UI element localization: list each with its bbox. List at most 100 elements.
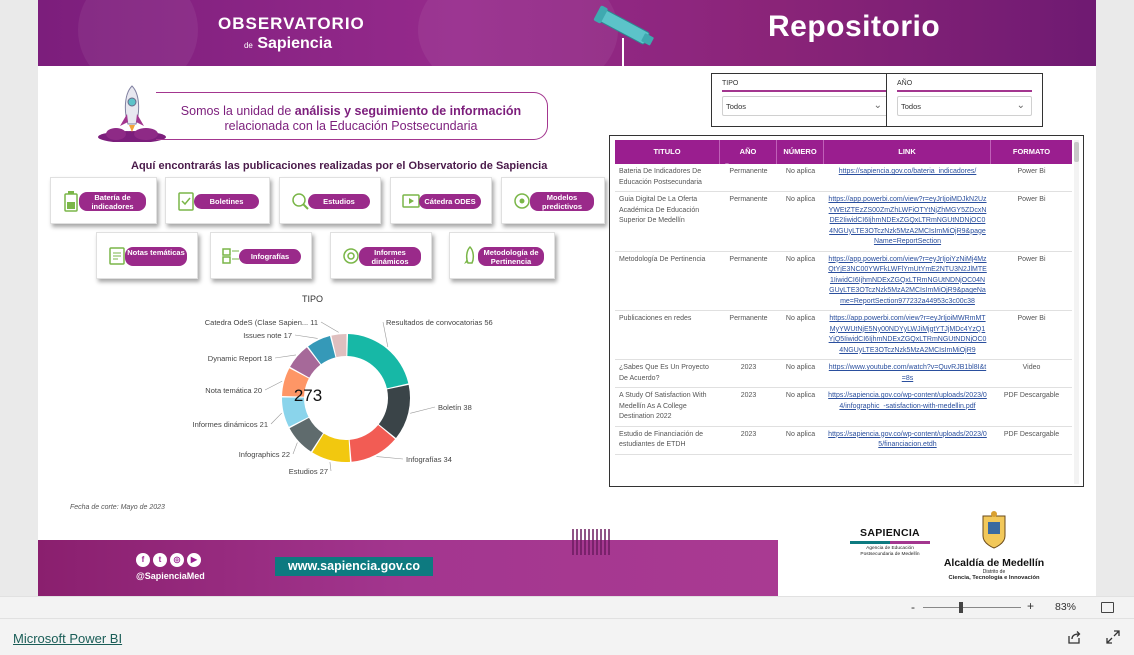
brain-gear-icon <box>514 193 530 209</box>
table-cell-link: https://app.powerbi.com/view?r=eyJrIjoiM… <box>824 311 991 359</box>
donut-leader-line <box>376 456 404 460</box>
table-scrollbar[interactable] <box>1074 140 1079 484</box>
table-cell-titulo: A Study Of Satisfaction With Medellín As… <box>619 392 707 420</box>
table-row[interactable]: Metodología De Pertinencia Permanente No a… <box>615 252 1072 311</box>
column-header-anio-label: AÑO <box>739 147 757 156</box>
scrollbar-thumb[interactable] <box>1074 142 1079 162</box>
donut-label: Estudios 27 <box>289 467 328 476</box>
zoom-out-button[interactable]: - <box>911 600 915 614</box>
cutoff-date: Fecha de corte: Mayo de 2023 <box>70 504 165 511</box>
table-link[interactable]: https://www.youtube.com/watch?v=QuvRJB1b… <box>829 364 986 382</box>
youtube-icon[interactable]: ▶ <box>187 553 201 567</box>
page-title: Repositorio <box>768 10 941 43</box>
table-link[interactable]: https://app.powerbi.com/view?r=eyJrIjoiM… <box>829 315 987 354</box>
category-button-metodologia-pertinencia[interactable]: Metodología de Pertinencia <box>449 232 555 279</box>
table-cell-numero: No aplica <box>785 196 816 203</box>
table-row[interactable]: Estudio de Financiación de estudiantes d… <box>615 427 1072 455</box>
category-button-boletines[interactable]: Boletines <box>165 177 270 224</box>
category-button-notas-tematicas[interactable]: Notas temáticas <box>96 232 198 279</box>
table-cell-titulo: Publicaciones en redes <box>619 315 692 322</box>
table-cell-link: https://sapiencia.gov.co/bateria_indicad… <box>824 164 991 191</box>
donut-label: Infografías 34 <box>406 455 452 464</box>
table-cell-anio: Permanente <box>729 255 768 263</box>
zoom-slider-handle[interactable] <box>959 602 963 613</box>
table-row[interactable]: Publicaciones en redes Permanente No aplic… <box>615 311 1072 360</box>
column-header-anio[interactable]: ▼ AÑO <box>720 140 777 169</box>
donut-label: Catedra OdeS (Clase Sapien... 11 <box>205 318 318 327</box>
category-button-catedra-odes[interactable]: Cátedra ODES <box>390 177 492 224</box>
category-button-bateria[interactable]: Batería de indicadores <box>50 177 157 224</box>
category-button-informes-dinamicos[interactable]: Informes dinámicos <box>330 232 432 279</box>
intro-text-suffix: relacionada con la Educación Postsecunda… <box>224 119 478 133</box>
header-banner: OBSERVATORIO de Sapiencia Repositorio <box>38 0 1096 66</box>
filter-underline <box>897 90 1032 92</box>
column-header-formato[interactable]: FORMATO <box>991 140 1072 164</box>
donut-leader-line <box>264 380 283 391</box>
table-cell-anio: 2023 <box>740 430 757 438</box>
table-link[interactable]: https://sapiencia.gov.co/bateria_indicad… <box>839 168 977 175</box>
filter-underline <box>722 90 889 92</box>
instagram-icon[interactable]: ◎ <box>170 553 184 567</box>
table-row[interactable]: Guia Digital De La Oferta Académica De E… <box>615 192 1072 252</box>
chart-total: 273 <box>293 386 323 405</box>
donut-label: Informes dinámicos 21 <box>193 420 268 429</box>
sapiencia-bar <box>850 541 930 544</box>
column-header-titulo[interactable]: TITULO <box>615 140 720 164</box>
table-row[interactable]: ¿Sabes Que Es Un Proyecto De Acuerdo? 202… <box>615 360 1072 388</box>
telescope-icon <box>593 5 654 66</box>
header-decoration <box>418 0 618 66</box>
social-handle: @SapienciaMed <box>136 571 205 581</box>
filter-anio: AÑO Todos ⌄ <box>886 73 1043 127</box>
zoom-slider-track[interactable] <box>923 607 1021 608</box>
zoom-in-button[interactable]: + <box>1027 599 1034 613</box>
battery-icon <box>64 191 78 212</box>
donut-label: Issues note 17 <box>243 331 292 340</box>
sapiencia-logo: SAPIENCIA Agencia de Educación Postsecun… <box>850 527 930 558</box>
category-label: Notas temáticas <box>125 247 187 266</box>
facebook-icon[interactable]: f <box>136 553 150 567</box>
table-link[interactable]: https://app.powerbi.com/view?r=eyJrIjoiY… <box>828 256 987 305</box>
table-link[interactable]: https://sapiencia.gov.co/wp-content/uplo… <box>828 431 987 449</box>
share-icon[interactable] <box>1067 630 1081 644</box>
table-cell-link: https://app.powerbi.com/view?r=eyJrIjoiM… <box>824 192 991 251</box>
social-icons: f t ◎ ▶ <box>136 553 201 567</box>
power-bi-link[interactable]: Microsoft Power BI <box>13 631 122 646</box>
table-cell-titulo: Guia Digital De La Oferta Académica De E… <box>619 196 700 224</box>
table-cell-link: https://sapiencia.gov.co/wp-content/uplo… <box>824 388 991 426</box>
donut-slice[interactable] <box>347 334 409 389</box>
medellin-crest-icon <box>982 511 1006 549</box>
brand-name: Sapiencia <box>257 35 333 52</box>
table-row[interactable]: Bateria De Indicadores De Educación Post… <box>615 164 1072 192</box>
fullscreen-icon[interactable] <box>1106 630 1120 644</box>
table-link[interactable]: https://sapiencia.gov.co/wp-content/uplo… <box>828 392 987 410</box>
table-cell-numero: No aplica <box>785 392 816 399</box>
table-row[interactable]: A Study Of Satisfaction With Medellín As… <box>615 388 1072 427</box>
category-button-infografias[interactable]: Infografías <box>210 232 312 279</box>
filter-tipo-dropdown[interactable]: Todos ⌄ <box>722 96 889 116</box>
table-body: Bateria De Indicadores De Educación Post… <box>615 164 1072 455</box>
table-cell-titulo: Metodología De Pertinencia <box>619 255 706 263</box>
table-link[interactable]: https://app.powerbi.com/view?r=eyJrIjoiM… <box>828 196 986 245</box>
donut-leader-line <box>294 334 318 339</box>
column-header-link[interactable]: LINK <box>824 140 991 164</box>
category-label: Metodología de Pertinencia <box>478 247 544 266</box>
table-cell-numero: No aplica <box>785 364 816 371</box>
decorative-stripes <box>572 529 610 555</box>
website-link[interactable]: www.sapiencia.gov.co <box>275 557 433 576</box>
column-header-numero[interactable]: NÚMERO <box>777 140 824 164</box>
filter-anio-dropdown[interactable]: Todos ⌄ <box>897 96 1032 116</box>
category-label: Batería de indicadores <box>79 192 146 211</box>
category-button-modelos-predictivos[interactable]: Modelos predictivos <box>501 177 605 224</box>
filter-label: AÑO <box>897 80 913 87</box>
zoom-level: 83% <box>1055 601 1077 613</box>
twitter-icon[interactable]: t <box>153 553 167 567</box>
fit-to-page-icon[interactable] <box>1101 602 1114 613</box>
chevron-down-icon: ⌄ <box>1016 100 1025 111</box>
category-button-estudios[interactable]: Estudios <box>279 177 381 224</box>
medellin-sub2-text: Ciencia, Tecnología e Innovación <box>948 575 1040 581</box>
alcaldia-medellin-logo: Alcaldía de Medellín Distrito de Ciencia… <box>940 510 1048 581</box>
filter-value: Todos <box>726 102 747 111</box>
category-label: Cátedra ODES <box>419 194 481 209</box>
donut-leader-line <box>329 461 332 472</box>
zoom-bar: - + 83% <box>0 596 1134 618</box>
